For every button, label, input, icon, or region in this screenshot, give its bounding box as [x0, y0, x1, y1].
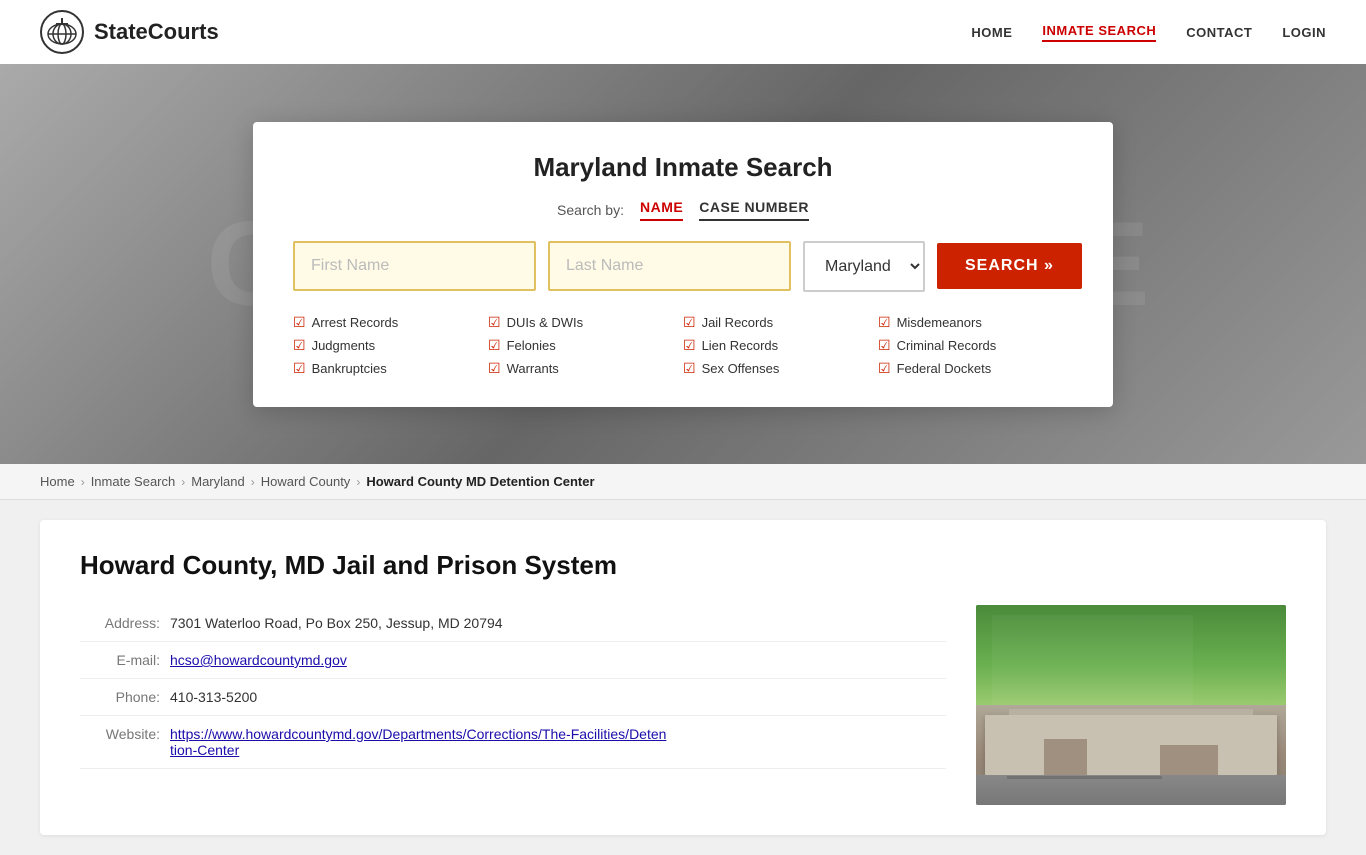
email-value[interactable]: hcso@howardcountymd.gov — [170, 652, 347, 668]
facility-image — [976, 605, 1286, 805]
breadcrumb-sep-4: › — [356, 475, 360, 489]
checklist-label-judgments: Judgments — [312, 338, 376, 353]
breadcrumb-howard-county[interactable]: Howard County — [261, 474, 351, 489]
last-name-input[interactable] — [548, 241, 791, 291]
content-card: Howard County, MD Jail and Prison System… — [40, 520, 1326, 835]
check-icon-federal: ☑ — [878, 360, 891, 377]
address-label: Address: — [80, 615, 160, 631]
breadcrumb-inmate-search[interactable]: Inmate Search — [91, 474, 176, 489]
checklist-label-sex-offenses: Sex Offenses — [702, 361, 780, 376]
search-by-row: Search by: NAME CASE NUMBER — [293, 199, 1073, 221]
search-inputs-row: Maryland SEARCH » — [293, 241, 1073, 292]
checklist-item-federal: ☑ Federal Dockets — [878, 360, 1073, 377]
check-icon-jail: ☑ — [683, 314, 696, 331]
facility-info: Address: 7301 Waterloo Road, Po Box 250,… — [80, 605, 946, 769]
facility-details: Address: 7301 Waterloo Road, Po Box 250,… — [80, 605, 1286, 805]
checklist-label-lien: Lien Records — [702, 338, 779, 353]
address-row: Address: 7301 Waterloo Road, Po Box 250,… — [80, 605, 946, 642]
breadcrumb: Home › Inmate Search › Maryland › Howard… — [0, 464, 1366, 500]
checklist-label-felonies: Felonies — [507, 338, 556, 353]
checklist-item-bankruptcies: ☑ Bankruptcies — [293, 360, 488, 377]
checklist-label-warrants: Warrants — [507, 361, 559, 376]
facility-title: Howard County, MD Jail and Prison System — [80, 550, 1286, 581]
checklist-label-jail: Jail Records — [702, 315, 774, 330]
checklist-item-misdemeanors: ☑ Misdemeanors — [878, 314, 1073, 331]
check-icon-judgments: ☑ — [293, 337, 306, 354]
logo-icon — [40, 10, 84, 54]
checklist-item-arrest: ☑ Arrest Records — [293, 314, 488, 331]
checklist-item-criminal: ☑ Criminal Records — [878, 337, 1073, 354]
breadcrumb-sep-1: › — [81, 475, 85, 489]
website-label: Website: — [80, 726, 160, 742]
checklist-label-arrest: Arrest Records — [312, 315, 399, 330]
main-content: Howard County, MD Jail and Prison System… — [0, 500, 1366, 855]
hero-section: COURTHOUSE Maryland Inmate Search Search… — [0, 64, 1366, 464]
site-name: StateCourts — [94, 19, 219, 45]
breadcrumb-sep-3: › — [251, 475, 255, 489]
breadcrumb-sep-2: › — [181, 475, 185, 489]
checklist-item-duis: ☑ DUIs & DWIs — [488, 314, 683, 331]
nav-login[interactable]: LOGIN — [1282, 25, 1326, 40]
breadcrumb-maryland[interactable]: Maryland — [191, 474, 244, 489]
checklist-label-criminal: Criminal Records — [897, 338, 997, 353]
website-row: Website: https://www.howardcountymd.gov/… — [80, 716, 946, 769]
check-icon-sex-offenses: ☑ — [683, 360, 696, 377]
checklist-label-bankruptcies: Bankruptcies — [312, 361, 387, 376]
checklist-label-misdemeanors: Misdemeanors — [897, 315, 982, 330]
state-select[interactable]: Maryland — [803, 241, 925, 292]
email-label: E-mail: — [80, 652, 160, 668]
check-icon-warrants: ☑ — [488, 360, 501, 377]
checklist-label-federal: Federal Dockets — [897, 361, 992, 376]
website-value[interactable]: https://www.howardcountymd.gov/Departmen… — [170, 726, 670, 758]
check-icon-duis: ☑ — [488, 314, 501, 331]
search-modal: Maryland Inmate Search Search by: NAME C… — [253, 122, 1113, 407]
search-button[interactable]: SEARCH » — [937, 243, 1082, 289]
search-title: Maryland Inmate Search — [293, 152, 1073, 183]
logo-area[interactable]: StateCourts — [40, 10, 219, 54]
check-icon-arrest: ☑ — [293, 314, 306, 331]
checklist-item-sex-offenses: ☑ Sex Offenses — [683, 360, 878, 377]
breadcrumb-current: Howard County MD Detention Center — [366, 474, 594, 489]
phone-row: Phone: 410-313-5200 — [80, 679, 946, 716]
checklist-item-felonies: ☑ Felonies — [488, 337, 683, 354]
address-value: 7301 Waterloo Road, Po Box 250, Jessup, … — [170, 615, 503, 631]
phone-value: 410-313-5200 — [170, 689, 257, 705]
checklist-item-lien: ☑ Lien Records — [683, 337, 878, 354]
check-icon-bankruptcies: ☑ — [293, 360, 306, 377]
nav-inmate-search[interactable]: INMATE SEARCH — [1042, 23, 1156, 42]
phone-label: Phone: — [80, 689, 160, 705]
tab-name[interactable]: NAME — [640, 199, 683, 221]
breadcrumb-home[interactable]: Home — [40, 474, 75, 489]
email-row: E-mail: hcso@howardcountymd.gov — [80, 642, 946, 679]
nav-contact[interactable]: CONTACT — [1186, 25, 1252, 40]
checklist-label-duis: DUIs & DWIs — [507, 315, 584, 330]
checklist-item-warrants: ☑ Warrants — [488, 360, 683, 377]
search-by-label: Search by: — [557, 202, 624, 218]
check-icon-criminal: ☑ — [878, 337, 891, 354]
check-icon-misdemeanors: ☑ — [878, 314, 891, 331]
check-icon-felonies: ☑ — [488, 337, 501, 354]
tab-case-number[interactable]: CASE NUMBER — [699, 199, 809, 221]
first-name-input[interactable] — [293, 241, 536, 291]
checklist-item-judgments: ☑ Judgments — [293, 337, 488, 354]
main-nav: HOME INMATE SEARCH CONTACT LOGIN — [971, 23, 1326, 42]
check-icon-lien: ☑ — [683, 337, 696, 354]
checklist-item-jail: ☑ Jail Records — [683, 314, 878, 331]
nav-home[interactable]: HOME — [971, 25, 1012, 40]
checklist-grid: ☑ Arrest Records ☑ DUIs & DWIs ☑ Jail Re… — [293, 314, 1073, 377]
header: StateCourts HOME INMATE SEARCH CONTACT L… — [0, 0, 1366, 64]
